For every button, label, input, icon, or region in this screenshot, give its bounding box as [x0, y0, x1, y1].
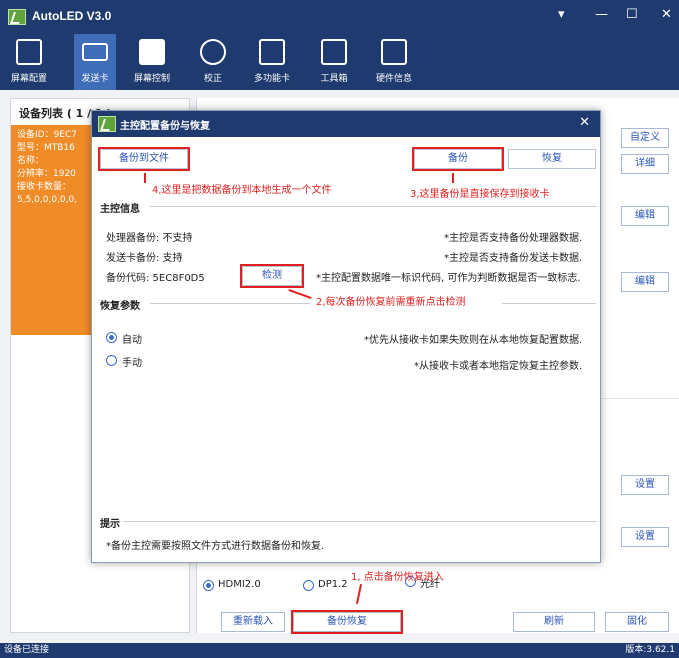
- tool-label: 校正: [203, 74, 222, 84]
- controller-info-title: 主控信息: [100, 204, 140, 215]
- tool-label: 硬件信息: [375, 74, 412, 84]
- tool-screen-config[interactable]: 屏幕配置: [8, 34, 50, 90]
- processor-backup-label: 处理器备份: 不支持: [106, 233, 193, 244]
- sender-backup-label: 发送卡备份: 支持: [106, 253, 183, 264]
- monitor-gear-icon: [16, 39, 42, 65]
- app-logo-icon: [98, 116, 116, 132]
- tool-sending-card[interactable]: 发送卡: [74, 34, 116, 90]
- color-wheel-icon: [200, 39, 226, 65]
- edit-button[interactable]: 编辑: [621, 206, 669, 226]
- highlight-box: [98, 147, 190, 171]
- group-divider: [150, 303, 310, 304]
- group-divider: [150, 206, 596, 207]
- group-divider: [124, 521, 596, 522]
- backup-restore-dialog: 主控配置备份与恢复 ✕ 备份到文件 备份 恢复 4,这里是把数据备份到本地生成一…: [91, 110, 601, 563]
- highlight-box: [412, 147, 504, 171]
- dp-label: DP1.2: [318, 579, 348, 590]
- main-toolbar: 屏幕配置 发送卡 屏幕控制 校正 多功能卡 工具箱 硬件信息: [0, 34, 679, 90]
- reload-button[interactable]: 重新载入: [221, 612, 285, 632]
- connection-status: 设备已连接: [4, 645, 50, 655]
- status-bar: 设备已连接 版本:3.62.1: [0, 643, 679, 658]
- tool-label: 发送卡: [81, 74, 109, 84]
- dialog-close-button[interactable]: ✕: [579, 115, 590, 130]
- tool-label: 屏幕配置: [10, 74, 47, 84]
- manual-note: *从接收卡或者本地指定恢复主控参数.: [414, 361, 583, 372]
- highlight-box: [291, 610, 403, 634]
- version-label: 版本:3.62.1: [625, 645, 675, 655]
- edit-button[interactable]: 编辑: [621, 272, 669, 292]
- sending-card-icon: [82, 43, 108, 61]
- auto-note: *优先从接收卡如果失败则在从本地恢复配置数据.: [364, 335, 583, 346]
- highlight-box: [240, 264, 304, 288]
- tool-label: 屏幕控制: [133, 74, 170, 84]
- restore-button[interactable]: 恢复: [508, 149, 596, 169]
- custom-button[interactable]: 自定义: [621, 128, 669, 148]
- annotation-arrow: [288, 288, 312, 300]
- close-button[interactable]: ✕: [661, 7, 672, 22]
- auto-label: 自动: [122, 335, 142, 346]
- tool-calibration[interactable]: 校正: [194, 34, 232, 90]
- toolbox-icon: [321, 39, 347, 65]
- restore-params-title: 恢复参数: [100, 301, 140, 312]
- dialog-title: 主控配置备份与恢复: [120, 121, 210, 132]
- annotation-arrow: [452, 173, 454, 183]
- backup-code-label: 备份代码: 5EC8F0D5: [106, 273, 205, 284]
- annotation-step3: 3,这里备份是直接保存到接收卡: [410, 189, 550, 200]
- tool-toolbox[interactable]: 工具箱: [314, 34, 354, 90]
- solidify-button[interactable]: 固化: [605, 612, 669, 632]
- tool-label: 工具箱: [320, 74, 348, 84]
- dialog-title-bar: 主控配置备份与恢复 ✕: [92, 111, 600, 137]
- annotation-arrow: [355, 584, 363, 604]
- backup-code-note: *主控配置数据唯一标识代码, 可作为判断数据是否一致标志.: [316, 273, 581, 284]
- dp-radio[interactable]: [303, 580, 314, 591]
- tips-text: *备份主控需要按照文件方式进行数据备份和恢复.: [106, 541, 325, 552]
- refresh-button[interactable]: 刷新: [513, 612, 595, 632]
- auto-radio[interactable]: [106, 332, 117, 343]
- detail-button[interactable]: 详细: [621, 154, 669, 174]
- processor-backup-note: *主控是否支持备份处理器数据.: [444, 233, 583, 244]
- annotation-step4: 4,这里是把数据备份到本地生成一个文件: [152, 185, 332, 196]
- waveform-icon: [381, 39, 407, 65]
- menu-dropdown-icon[interactable]: ▾: [558, 7, 565, 22]
- group-divider: [502, 303, 596, 304]
- manual-radio[interactable]: [106, 355, 117, 366]
- maximize-button[interactable]: ☐: [626, 7, 638, 22]
- minimize-button[interactable]: —: [595, 7, 608, 22]
- sender-backup-note: *主控是否支持备份发送卡数据.: [444, 253, 583, 264]
- annotation-step1: 1, 点击备份恢复进入: [351, 572, 444, 583]
- manual-label: 手动: [122, 358, 142, 369]
- setting-button[interactable]: 设置: [621, 475, 669, 495]
- annotation-arrow: [144, 173, 146, 183]
- tool-hardware-info[interactable]: 硬件信息: [370, 34, 418, 90]
- tool-screen-control[interactable]: 屏幕控制: [128, 34, 176, 90]
- app-title: AutoLED V3.0: [32, 9, 112, 23]
- tool-label: 多功能卡: [253, 74, 290, 84]
- hdmi-label: HDMI2.0: [218, 579, 261, 590]
- tips-title: 提示: [100, 519, 120, 530]
- setting-button[interactable]: 设置: [621, 527, 669, 547]
- tool-multifunction-card[interactable]: 多功能卡: [248, 34, 296, 90]
- multifunction-card-icon: [259, 39, 285, 65]
- title-bar: AutoLED V3.0 ▾ — ☐ ✕: [0, 0, 679, 34]
- app-logo-icon: [8, 9, 26, 25]
- annotation-step2: 2,每次备份恢复前需重新点击检测: [316, 297, 466, 308]
- chip-icon: [139, 39, 165, 65]
- hdmi-radio[interactable]: [203, 580, 214, 591]
